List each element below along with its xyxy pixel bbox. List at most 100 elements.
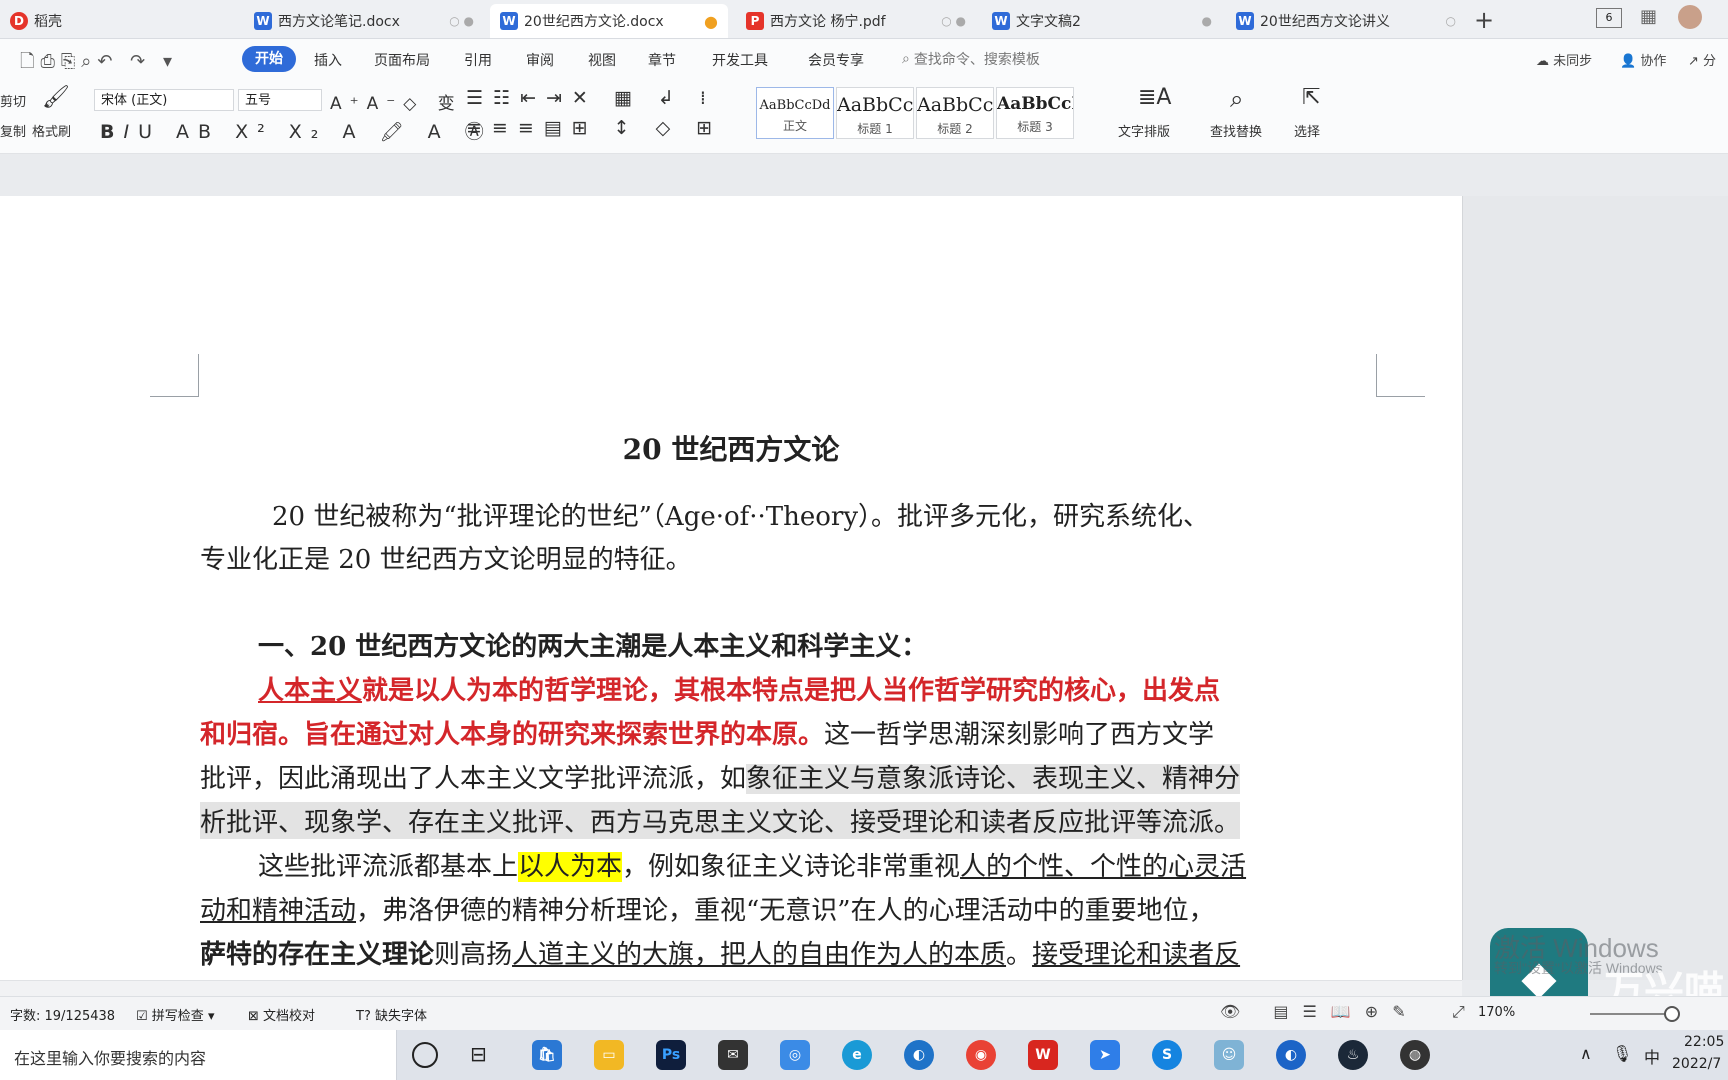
format-painter-icon[interactable]: 🖌 (42, 85, 70, 110)
close-icon[interactable]: ○ ● (449, 14, 474, 28)
command-search[interactable]: ⌕ 查找命令、搜索模板 (902, 49, 1040, 69)
app-icon[interactable]: ◐ (1276, 1040, 1306, 1070)
tab-daoke[interactable]: D 稻壳 (0, 4, 240, 38)
chrome-icon[interactable]: ◉ (966, 1040, 996, 1070)
menu-insert[interactable]: 插入 (314, 50, 342, 70)
taskbar-search[interactable]: 在这里输入你要搜索的内容 (0, 1030, 397, 1080)
word-count[interactable]: 字数: 19/125438 (10, 1005, 115, 1024)
blue-app-icon[interactable]: ◎ (780, 1040, 810, 1070)
grid-apps-icon[interactable]: ▦ (1640, 6, 1657, 27)
underlined-text: 动和精神活动 (200, 896, 357, 926)
text-format-icons[interactable]: BIU AB X² X₂ A 🖍 A Ⓐ (100, 117, 493, 144)
menu-chapter[interactable]: 章节 (648, 50, 676, 70)
style-heading-2[interactable]: AaBbCc 标题 2 (916, 87, 994, 139)
sogou-icon[interactable]: S (1152, 1040, 1182, 1070)
zoom-slider-handle[interactable] (1664, 1006, 1680, 1022)
menu-references[interactable]: 引用 (464, 50, 492, 70)
ime-indicator[interactable]: 中 (1644, 1044, 1660, 1068)
tab-label: 西方文论 杨宁.pdf (770, 14, 886, 30)
menu-page-layout[interactable]: 页面布局 (374, 50, 430, 70)
avatar[interactable] (1678, 5, 1702, 29)
quick-access-icons[interactable]: 🗋⎙⎘⌕↶ ↷ ▾ (20, 49, 178, 79)
underlined-text: 接受理论和读者反 (1032, 940, 1241, 970)
photoshop-icon[interactable]: Ps (656, 1040, 686, 1070)
font-grow-shrink-icons[interactable]: A⁺A⁻◇ 变 (330, 89, 463, 114)
steam-icon[interactable]: ♨ (1338, 1040, 1368, 1070)
text: 。 (1006, 940, 1033, 970)
format-painter-label[interactable]: 格式刷 (32, 121, 71, 140)
menu-member[interactable]: 会员专享 (808, 50, 864, 70)
text-layout-label[interactable]: 文字排版 (1118, 121, 1170, 140)
clock-time[interactable]: 22:05 (1684, 1034, 1724, 1050)
zoom-level[interactable]: 170% (1478, 1005, 1515, 1020)
menu-bar: 🗋⎙⎘⌕↶ ↷ ▾ 开始 插入 页面布局 引用 审阅 视图 章节 开发工具 会员… (0, 39, 1728, 81)
list-indent-icons[interactable]: ☰☷⇤⇥✕ ▦ ↲ ⁞ (466, 87, 716, 109)
menu-view[interactable]: 视图 (588, 50, 616, 70)
sync-status[interactable]: ☁ 未同步 (1536, 50, 1592, 69)
store-icon[interactable]: 🛍 (532, 1040, 562, 1070)
style-heading-3[interactable]: AaBbCcI 标题 3 (996, 87, 1074, 139)
style-heading-1[interactable]: AaBbCc 标题 1 (836, 87, 914, 139)
text: ，例如象征主义诗论非常重视 (622, 852, 961, 882)
text: 这些批评流派都基本上 (258, 852, 519, 882)
alignment-icons[interactable]: ≡≡≡▤⊞ ↕ ◇ ⊞ (466, 117, 722, 139)
tab-label: 文字文稿2 (1016, 14, 1081, 30)
collab-button[interactable]: 👤 协作 (1620, 50, 1666, 69)
find-replace-label[interactable]: 查找替换 (1210, 121, 1262, 140)
wps-icon[interactable]: W (1028, 1040, 1058, 1070)
tab-label: 20世纪西方文论讲义 (1260, 14, 1390, 30)
new-tab-plus-icon[interactable]: + (1474, 6, 1494, 34)
cut-button[interactable]: 剪切 (0, 91, 26, 110)
feishu-icon[interactable]: ➤ (1090, 1040, 1120, 1070)
edge-icon[interactable]: e (842, 1040, 872, 1070)
microphone-icon[interactable]: 🎙 (1612, 1044, 1632, 1063)
spellcheck-toggle[interactable]: ☑ 拼写检查 ▾ (136, 1005, 214, 1024)
paragraph-line: 20 世纪被称为“批评理论的世纪”（Age·of··Theory）。批评多元化，… (272, 502, 1210, 532)
tab-wordart2[interactable]: W 文字文稿2 ● (982, 4, 1222, 38)
underlined-text: 人的个性、个性的心灵活 (960, 852, 1247, 882)
menu-review[interactable]: 审阅 (526, 50, 554, 70)
share-button[interactable]: ↗ 分 (1688, 50, 1716, 69)
folder-icon[interactable]: ▭ (594, 1040, 624, 1070)
mail-icon[interactable]: ✉ (718, 1040, 748, 1070)
horizontal-scrollbar[interactable] (0, 980, 1462, 997)
right-panel-gutter (1462, 196, 1728, 980)
style-normal[interactable]: AaBbCcDd 正文 (756, 87, 834, 139)
tray-chevron-icon[interactable]: ∧ (1580, 1044, 1592, 1063)
select-cursor-icon[interactable]: ⇱ (1302, 85, 1320, 110)
text-layout-icon[interactable]: ≣A (1138, 85, 1171, 110)
fit-page-icon[interactable]: ⤢ (1452, 1002, 1465, 1022)
close-icon[interactable]: ○ ● (941, 14, 966, 28)
clock-date[interactable]: 2022/7 (1672, 1056, 1721, 1072)
style-label: 标题 2 (937, 122, 973, 136)
select-label[interactable]: 选择 (1294, 121, 1320, 140)
picture-app-icon[interactable]: ☺ (1214, 1040, 1244, 1070)
font-size-select[interactable]: 五号 (238, 89, 322, 111)
close-icon[interactable]: ● (1202, 14, 1212, 28)
doc-compare-button[interactable]: ⊠ 文档校对 (248, 1005, 315, 1024)
tab-notes-docx[interactable]: W 西方文论笔记.docx ○ ● (244, 4, 484, 38)
tab-active-docx[interactable]: W 20世纪西方文论.docx ● (490, 4, 728, 38)
corner-mark (1376, 354, 1425, 397)
missing-font-button[interactable]: T? 缺失字体 (356, 1005, 427, 1024)
copy-button[interactable]: 复制 (0, 121, 26, 140)
shaded-text: 象征主义与意象派诗论、表现主义、精神分 (746, 764, 1241, 794)
style-label: 标题 1 (857, 122, 893, 136)
tab-pdf[interactable]: P 西方文论 杨宁.pdf ○ ● (736, 4, 976, 38)
menu-dev-tools[interactable]: 开发工具 (712, 50, 768, 70)
close-icon[interactable]: ○ (1446, 14, 1456, 28)
find-icon[interactable]: ⌕ (1230, 85, 1243, 113)
task-view-icon[interactable]: ⊟ (470, 1042, 487, 1066)
document-page[interactable]: 20 世纪西方文论 20 世纪被称为“批评理论的世纪”（Age·of··Theo… (0, 196, 1462, 980)
browser-icon[interactable]: ◐ (904, 1040, 934, 1070)
menu-tab-home[interactable]: 开始 (242, 46, 296, 72)
tab-label: 西方文论笔记.docx (278, 14, 400, 30)
red-underlined-text: 人本主义 (258, 676, 363, 706)
paragraph-line: 和归宿。旨在通过对人本身的研究来探索世界的本原。这一哲学思潮深刻影响了西方文学 (200, 714, 1214, 751)
font-family-select[interactable]: 宋体 (正文) (94, 89, 234, 111)
page-count-badge[interactable]: 6 (1596, 8, 1622, 28)
tab-lecture[interactable]: W 20世纪西方文论讲义 ○ (1226, 4, 1466, 38)
view-mode-icons[interactable]: 👁 ▤☰📖⊕✎ (1220, 1002, 1420, 1021)
cortana-icon[interactable] (412, 1042, 438, 1068)
obs-icon[interactable]: ◍ (1400, 1040, 1430, 1070)
